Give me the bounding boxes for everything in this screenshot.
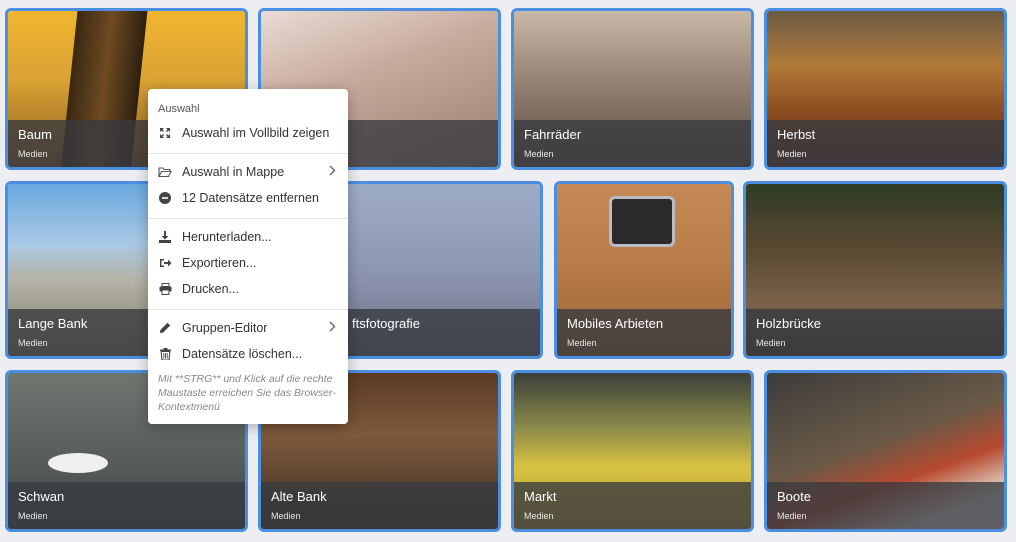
tile-fahrraeder[interactable]: Fahrräder Medien <box>511 8 754 170</box>
tile-title: Schwan <box>18 489 65 504</box>
menu-item-label: Gruppen-Editor <box>182 321 268 335</box>
tile-title: Boote <box>777 489 811 504</box>
print-icon <box>158 282 172 296</box>
menu-item-label: Auswahl im Vollbild zeigen <box>182 126 330 140</box>
context-menu: Auswahl Auswahl im Vollbild zeigen Auswa… <box>148 89 348 424</box>
tile-subtitle: Medien <box>756 338 786 348</box>
tile-title: Holzbrücke <box>756 316 822 331</box>
chevron-right-icon <box>329 165 336 179</box>
menu-item-label: Exportieren... <box>182 256 257 270</box>
menu-item-label: Herunterladen... <box>182 230 272 244</box>
tile-subtitle: Medien <box>271 511 301 521</box>
tile-subtitle: Medien <box>524 149 554 159</box>
menu-item-label: 12 Datensätze entfernen <box>182 191 319 205</box>
chevron-right-icon <box>329 321 336 335</box>
menu-header: Auswahl <box>158 103 200 115</box>
tile-title: Herbst <box>777 127 816 142</box>
tile-holzbruecke[interactable]: Holzbrücke Medien <box>743 181 1007 359</box>
menu-hint-text: Mit **STRG** und Klick auf die rechte Ma… <box>158 373 336 413</box>
menu-item-add-to-folder[interactable]: Auswahl in Mappe <box>148 160 348 184</box>
export-icon <box>158 256 172 270</box>
edit-icon <box>158 321 172 335</box>
tile-subtitle: Medien <box>524 511 554 521</box>
tile-mobiles-arbeiten[interactable]: Mobiles Arbieten Medien <box>554 181 734 359</box>
menu-item-label: Auswahl in Mappe <box>182 165 285 179</box>
tile-title: Mobiles Arbieten <box>567 316 664 331</box>
tile-title: Alte Bank <box>271 489 327 504</box>
menu-item-label: Drucken... <box>182 282 239 296</box>
menu-item-group-editor[interactable]: Gruppen-Editor <box>148 316 348 340</box>
tile-title: ftsfotografie <box>352 316 420 331</box>
tile-subtitle: Medien <box>777 149 807 159</box>
folder-open-icon <box>158 165 172 179</box>
menu-item-export[interactable]: Exportieren... <box>148 251 348 275</box>
menu-item-print[interactable]: Drucken... <box>148 277 348 301</box>
menu-item-download[interactable]: Herunterladen... <box>148 225 348 249</box>
menu-divider <box>148 218 348 219</box>
tile-subtitle: Medien <box>18 149 48 159</box>
tile-title: Baum <box>18 127 52 142</box>
menu-divider <box>148 309 348 310</box>
menu-divider <box>148 153 348 154</box>
tile-title: Lange Bank <box>18 316 88 331</box>
menu-item-fullscreen[interactable]: Auswahl im Vollbild zeigen <box>148 121 348 145</box>
tile-subtitle: Medien <box>18 511 48 521</box>
tile-subtitle: Medien <box>777 511 807 521</box>
tile-title: Markt <box>524 489 557 504</box>
minus-circle-icon <box>158 191 172 205</box>
menu-item-label: Datensätze löschen... <box>182 347 303 361</box>
menu-item-delete-records[interactable]: Datensätze löschen... <box>148 342 348 366</box>
trash-icon <box>158 347 172 361</box>
tile-subtitle: Medien <box>567 338 597 348</box>
fullscreen-icon <box>158 126 172 140</box>
tile-boote[interactable]: Boote Medien <box>764 370 1007 532</box>
download-icon <box>158 230 172 244</box>
tile-subtitle: Medien <box>18 338 48 348</box>
menu-item-remove-records[interactable]: 12 Datensätze entfernen <box>148 186 348 210</box>
tile-title: Fahrräder <box>524 127 582 142</box>
tile-herbst[interactable]: Herbst Medien <box>764 8 1007 170</box>
tile-markt[interactable]: Markt Medien <box>511 370 754 532</box>
